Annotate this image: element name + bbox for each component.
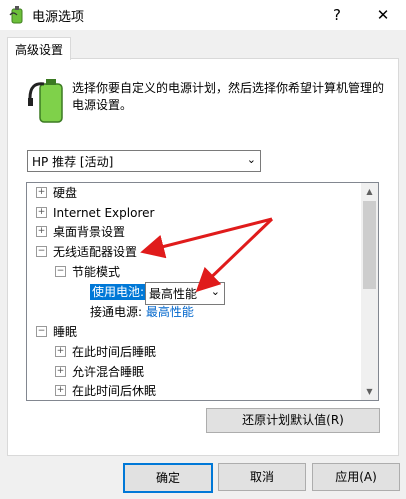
tree-item-power-saving-mode[interactable]: 节能模式 bbox=[55, 263, 120, 282]
expand-plus-icon[interactable] bbox=[55, 366, 66, 377]
tree-item-hard-disk[interactable]: 硬盘 bbox=[36, 184, 77, 203]
help-button[interactable]: ? bbox=[314, 0, 360, 30]
power-plan-value: HP 推荐 [活动] bbox=[32, 155, 114, 169]
on-battery-label: 使用电池: bbox=[90, 284, 147, 300]
tree-scrollbar[interactable]: ▲ ▼ bbox=[361, 183, 378, 400]
restore-defaults-button[interactable]: 还原计划默认值(R) bbox=[206, 408, 380, 433]
tree-item-desktop-background[interactable]: 桌面背景设置 bbox=[36, 223, 125, 242]
collapse-minus-icon[interactable] bbox=[36, 246, 47, 257]
scroll-down-icon[interactable]: ▼ bbox=[361, 383, 378, 400]
scroll-up-icon[interactable]: ▲ bbox=[361, 183, 378, 200]
expand-plus-icon[interactable] bbox=[36, 226, 47, 237]
tab-label: 高级设置 bbox=[15, 43, 64, 57]
on-battery-value: 最高性能 bbox=[149, 287, 198, 301]
plugged-in-value-link[interactable]: 最高性能 bbox=[146, 305, 194, 319]
tree-item-sleep[interactable]: 睡眠 bbox=[36, 323, 77, 342]
power-plan-dropdown[interactable]: HP 推荐 [活动] ⌄ bbox=[27, 150, 261, 172]
power-options-icon bbox=[9, 6, 23, 24]
description-text: 选择你要自定义的电源计划，然后选择你希望计算机管理的电源设置。 bbox=[72, 81, 385, 112]
scrollbar-thumb[interactable] bbox=[363, 201, 376, 289]
close-button[interactable]: ✕ bbox=[360, 0, 406, 30]
expand-plus-icon[interactable] bbox=[36, 187, 47, 198]
tab-advanced-settings[interactable]: 高级设置 bbox=[7, 37, 71, 60]
on-battery-dropdown[interactable]: 最高性能 ⌄ bbox=[145, 282, 225, 305]
apply-button[interactable]: 应用(A) bbox=[312, 463, 400, 491]
chevron-down-icon: ⌄ bbox=[246, 153, 256, 166]
ok-button[interactable]: 确定 bbox=[123, 463, 213, 493]
tree-item-on-battery[interactable]: 使用电池: bbox=[90, 283, 147, 302]
tree-item-hibernate-after[interactable]: 在此时间后休眠 bbox=[55, 382, 156, 400]
cancel-button[interactable]: 取消 bbox=[218, 463, 306, 491]
collapse-minus-icon[interactable] bbox=[36, 326, 47, 337]
tree-item-sleep-after[interactable]: 在此时间后睡眠 bbox=[55, 343, 156, 362]
expand-plus-icon[interactable] bbox=[55, 385, 66, 396]
tree-item-plugged-in[interactable]: 接通电源: 最高性能 bbox=[90, 303, 194, 322]
window-title: 电源选项 bbox=[32, 10, 85, 25]
tree-item-internet-explorer[interactable]: Internet Explorer bbox=[36, 204, 154, 223]
settings-tree[interactable]: 硬盘 Internet Explorer 桌面背景设置 无线适配器设置 节能模式… bbox=[26, 182, 379, 401]
tree-item-hybrid-sleep[interactable]: 允许混合睡眠 bbox=[55, 363, 144, 382]
chevron-down-icon: ⌄ bbox=[210, 285, 220, 298]
battery-plug-icon bbox=[28, 79, 63, 123]
expand-plus-icon[interactable] bbox=[36, 207, 47, 218]
collapse-minus-icon[interactable] bbox=[55, 266, 66, 277]
title-bar: 电源选项 ? ✕ bbox=[0, 0, 406, 30]
tree-item-wireless-adapter[interactable]: 无线适配器设置 bbox=[36, 243, 137, 262]
expand-plus-icon[interactable] bbox=[55, 346, 66, 357]
plugged-in-label: 接通电源: bbox=[90, 305, 143, 319]
